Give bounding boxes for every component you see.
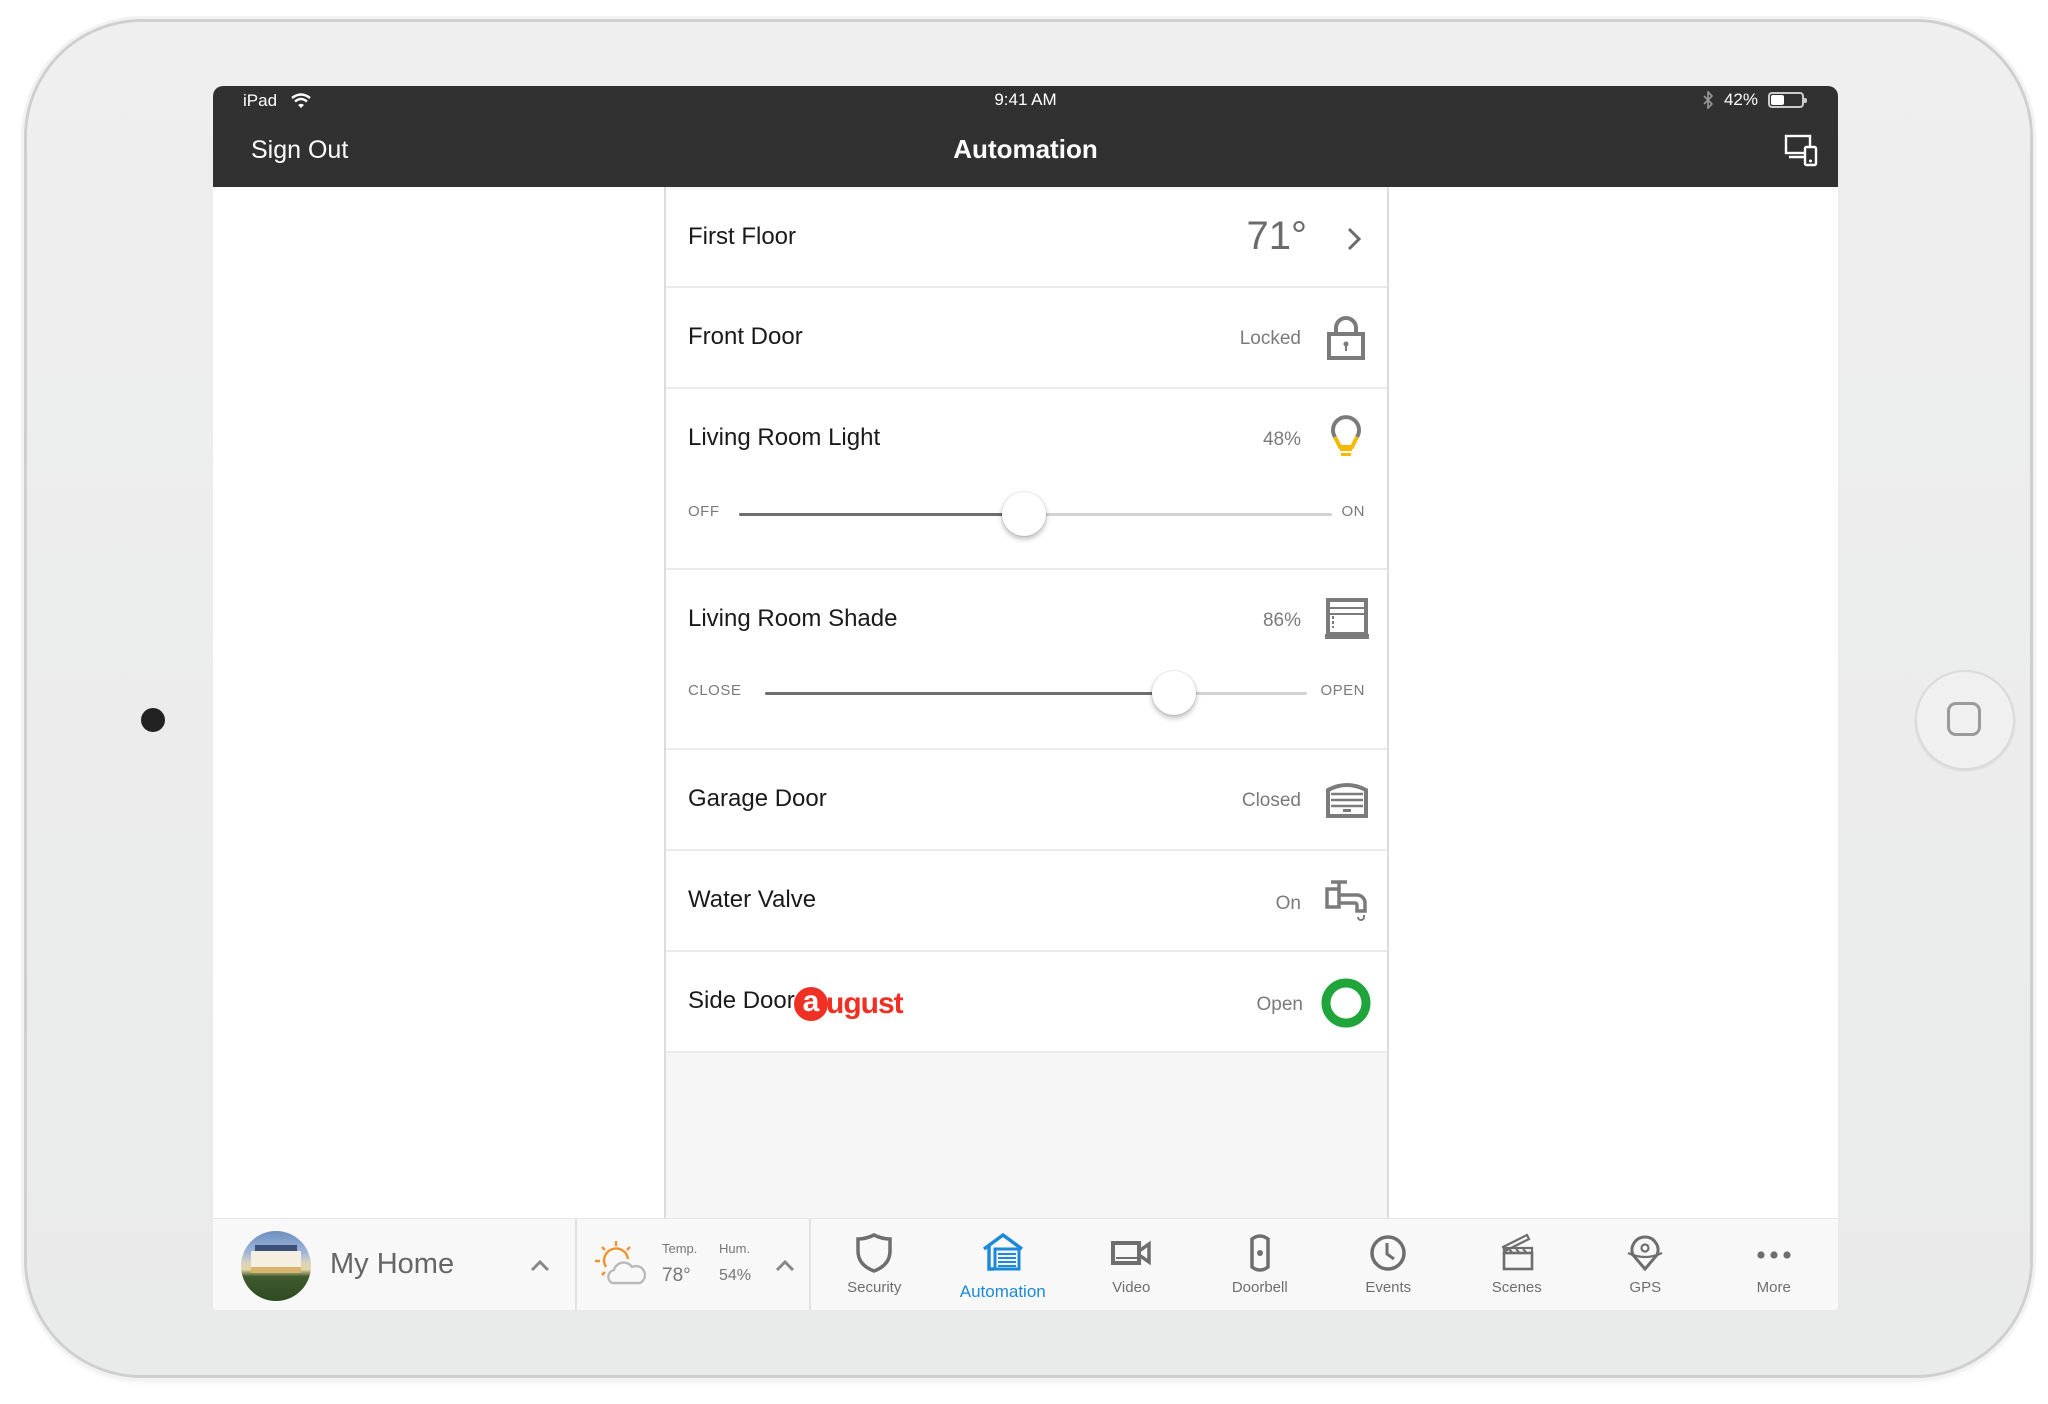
page-title: Automation xyxy=(953,134,1098,164)
slider-min-label: CLOSE xyxy=(688,682,742,699)
main-content: First Floor 71° Front Door Locked Living… xyxy=(213,187,1838,1218)
chevron-up-icon[interactable] xyxy=(774,1255,796,1277)
slider-fill xyxy=(739,513,1024,516)
tab-gps[interactable]: GPS xyxy=(1581,1219,1710,1310)
device-status: Closed xyxy=(1241,790,1301,811)
video-camera-icon xyxy=(1111,1240,1151,1266)
ipad-screen: iPad 9:41 AM 42% Sign Out Automation Fir… xyxy=(213,86,1838,1310)
tab-label: Security xyxy=(847,1279,902,1296)
tab-label: More xyxy=(1756,1279,1791,1296)
device-list-panel: First Floor 71° Front Door Locked Living… xyxy=(664,187,1389,1218)
tab-more[interactable]: More xyxy=(1710,1219,1839,1310)
thermostat-temperature: 71° xyxy=(1246,214,1308,258)
device-name: Water Valve xyxy=(688,886,817,913)
light-brightness-slider[interactable] xyxy=(739,492,1332,536)
clock-time: 9:41 AM xyxy=(994,90,1057,109)
window-shade-icon[interactable] xyxy=(1325,598,1369,640)
location-selector[interactable]: My Home xyxy=(213,1219,577,1310)
tab-bar: Security Automation Video Doorbell Event… xyxy=(810,1219,1838,1310)
slider-max-label: OPEN xyxy=(1320,682,1365,699)
status-bar: iPad 9:41 AM 42% xyxy=(213,86,1838,114)
partly-cloudy-icon xyxy=(595,1241,647,1285)
clock-icon xyxy=(1370,1235,1406,1271)
device-row-front-door[interactable]: Front Door Locked xyxy=(666,288,1387,389)
humidity-value: 54% xyxy=(719,1267,752,1284)
tab-video[interactable]: Video xyxy=(1067,1219,1196,1310)
battery-icon xyxy=(1768,92,1807,108)
device-row-living-room-light: Living Room Light 48% OFF ON xyxy=(666,389,1387,570)
water-valve-icon[interactable] xyxy=(1325,879,1369,927)
battery-level-fill xyxy=(1771,95,1784,105)
device-status: Locked xyxy=(1239,328,1301,349)
shield-icon xyxy=(856,1233,892,1273)
light-level: 48% xyxy=(1262,429,1301,450)
device-name: First Floor xyxy=(688,223,796,250)
tab-security[interactable]: Security xyxy=(810,1219,939,1310)
location-name: My Home xyxy=(330,1248,455,1280)
shade-position-slider[interactable] xyxy=(765,671,1307,715)
device-row-first-floor[interactable]: First Floor 71° xyxy=(666,190,1387,288)
device-row-garage-door[interactable]: Garage Door Closed xyxy=(666,750,1387,851)
multi-device-icon[interactable] xyxy=(1784,133,1818,167)
bluetooth-icon xyxy=(1703,91,1714,109)
more-dots-icon xyxy=(1757,1251,1791,1259)
tab-scenes[interactable]: Scenes xyxy=(1453,1219,1582,1310)
humidity-label: Hum. xyxy=(719,1241,751,1256)
device-row-side-door[interactable]: Side Door a ugust Open xyxy=(666,952,1387,1053)
weather-widget[interactable]: Temp. 78° Hum. 54% xyxy=(576,1219,811,1310)
tab-label: GPS xyxy=(1629,1279,1662,1296)
front-camera xyxy=(141,708,165,732)
home-button[interactable] xyxy=(1915,670,2015,770)
unlocked-circle-icon[interactable] xyxy=(1321,978,1371,1028)
top-bar: iPad 9:41 AM 42% Sign Out Automation xyxy=(213,86,1838,187)
device-row-living-room-shade: Living Room Shade 86% CLOSE OPEN xyxy=(666,570,1387,750)
doorbell-icon xyxy=(1250,1234,1270,1272)
device-row-water-valve[interactable]: Water Valve On xyxy=(666,851,1387,952)
shade-level: 86% xyxy=(1262,610,1301,631)
lock-icon[interactable] xyxy=(1327,316,1365,360)
chevron-right-icon[interactable] xyxy=(1345,226,1363,252)
tab-label: Automation xyxy=(959,1282,1046,1301)
device-name: Living Room Light xyxy=(688,424,881,451)
device-name: Living Room Shade xyxy=(688,605,898,632)
navigation-bar: Sign Out Automation xyxy=(213,114,1838,187)
battery-percent: 42% xyxy=(1723,90,1758,109)
august-logo-mark: a xyxy=(794,987,828,1021)
august-logo-text: ugust xyxy=(826,987,904,1020)
temperature-label: Temp. xyxy=(662,1241,698,1256)
tab-automation[interactable]: Automation xyxy=(939,1219,1068,1310)
tab-label: Doorbell xyxy=(1231,1279,1288,1296)
tab-label: Events xyxy=(1365,1279,1412,1296)
device-status: Open xyxy=(1256,994,1303,1015)
slider-min-label: OFF xyxy=(688,503,720,520)
temperature-value: 78° xyxy=(662,1265,691,1286)
device-name: Front Door xyxy=(688,323,803,350)
bottom-bar: My Home Temp. 78° Hum. 54% Security Auto… xyxy=(213,1218,1838,1310)
light-bulb-icon[interactable] xyxy=(1329,413,1363,461)
house-automation-icon xyxy=(982,1232,1023,1271)
device-name: Garage Door xyxy=(688,785,827,812)
garage-door-icon[interactable] xyxy=(1325,782,1369,818)
slider-fill xyxy=(765,692,1174,695)
device-status: On xyxy=(1275,893,1301,914)
home-button-square-icon xyxy=(1947,702,1981,736)
slider-thumb[interactable] xyxy=(1152,671,1196,715)
chevron-up-icon[interactable] xyxy=(529,1255,551,1277)
tab-label: Video xyxy=(1112,1279,1151,1296)
tab-label: Scenes xyxy=(1491,1279,1542,1296)
tab-doorbell[interactable]: Doorbell xyxy=(1196,1219,1325,1310)
device-name: Side Door xyxy=(688,987,795,1014)
august-logo: a ugust xyxy=(794,986,904,1022)
slider-thumb[interactable] xyxy=(1002,492,1046,536)
gps-pin-icon xyxy=(1627,1235,1663,1272)
clapperboard-icon xyxy=(1501,1233,1534,1271)
home-photo-avatar xyxy=(241,1231,311,1301)
slider-max-label: ON xyxy=(1341,503,1365,520)
tab-events[interactable]: Events xyxy=(1324,1219,1453,1310)
